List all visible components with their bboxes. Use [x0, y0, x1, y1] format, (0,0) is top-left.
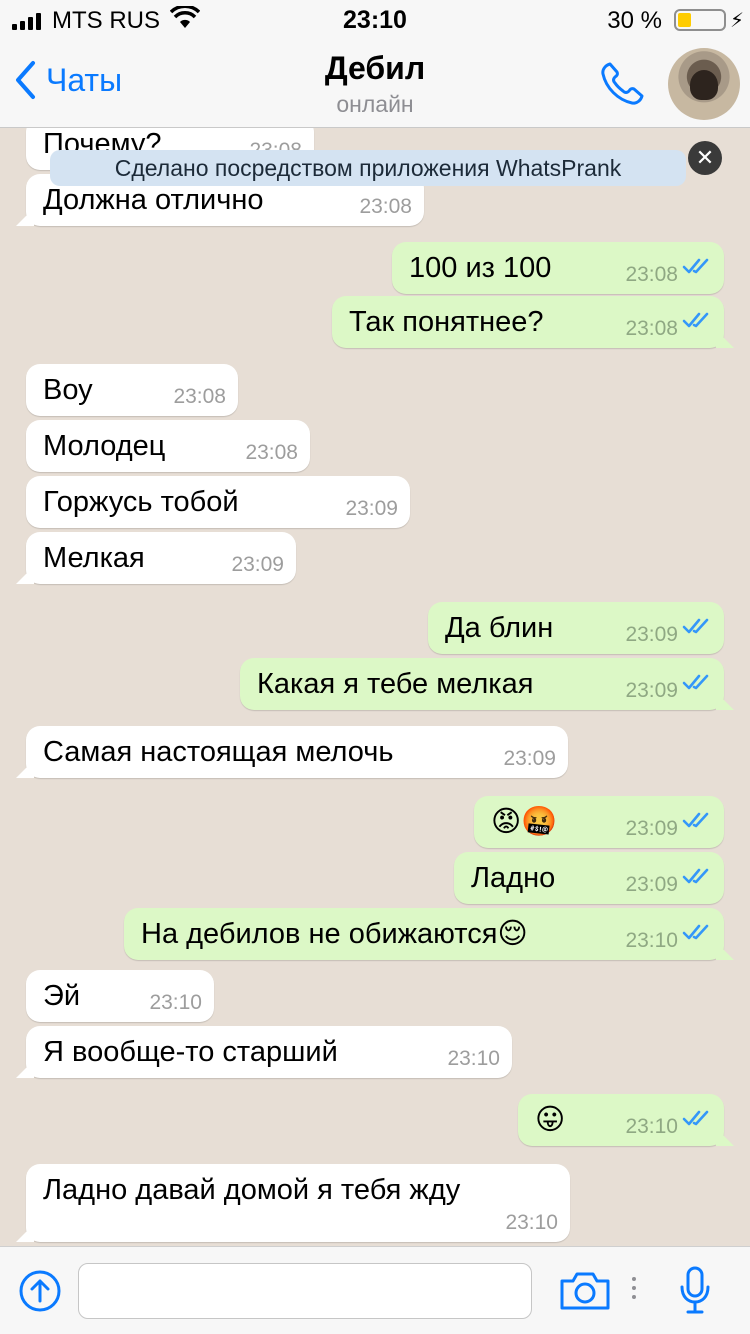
message-text: Мелкая [43, 542, 145, 574]
signal-icon [12, 12, 41, 30]
more-dots-icon[interactable] [632, 1277, 636, 1299]
incoming-message[interactable]: Воу 23:08 [26, 364, 238, 416]
outgoing-message[interactable]: На дебилов не обижаются😌 23:10 [124, 908, 724, 960]
microphone-icon[interactable] [678, 1265, 712, 1317]
incoming-message[interactable]: Горжусь тобой 23:09 [26, 476, 410, 528]
message-time: 23:08 [625, 317, 678, 340]
read-ticks-icon [682, 249, 714, 285]
message-time: 23:09 [625, 679, 678, 702]
message-time: 23:08 [359, 195, 412, 218]
outgoing-message[interactable]: 100 из 100 23:08 [392, 242, 724, 294]
chat-header: Чаты Дебил онлайн [0, 40, 750, 128]
chat-area[interactable]: Почему?23:08Должна отлично23:08100 из 10… [0, 128, 750, 1246]
message-text: Должна отлично [43, 184, 264, 216]
message-time: 23:10 [447, 1047, 500, 1070]
message-time: 23:10 [625, 1115, 678, 1138]
read-ticks-icon [682, 915, 714, 951]
message-text: Воу [43, 374, 93, 406]
read-ticks-icon [682, 803, 714, 839]
message-text: Эй [43, 980, 81, 1012]
battery-percent: 30 % [607, 7, 662, 34]
read-ticks-icon [682, 609, 714, 645]
message-text: На дебилов не обижаются😌 [141, 918, 528, 950]
message-time: 23:09 [231, 553, 284, 576]
incoming-message[interactable]: Молодец 23:08 [26, 420, 310, 472]
read-ticks-icon [682, 303, 714, 339]
message-time: 23:08 [625, 263, 678, 286]
read-ticks-icon [682, 1101, 714, 1137]
incoming-message[interactable]: Ладно давай домой я тебя жду 23:10 [26, 1164, 570, 1242]
chevron-left-icon [16, 61, 35, 99]
message-time: 23:08 [173, 385, 226, 408]
outgoing-message[interactable]: 😛 23:10 [518, 1094, 724, 1146]
incoming-message[interactable]: Я вообще-то старший 23:10 [26, 1026, 512, 1078]
outgoing-message[interactable]: Да блин 23:09 [428, 602, 724, 654]
message-text: Ладно [471, 862, 556, 894]
status-bar: MTS RUS 23:10 30 % ⚡ [0, 0, 750, 40]
back-button[interactable]: Чаты [14, 60, 122, 100]
watermark-banner: Сделано посредством приложения WhatsPran… [50, 150, 686, 186]
message-time: 23:09 [345, 497, 398, 520]
message-text: Так понятнее? [349, 306, 544, 338]
camera-icon[interactable] [558, 1269, 612, 1313]
charging-bolt-icon: ⚡ [729, 10, 744, 32]
input-bar [0, 1246, 750, 1334]
carrier-name: MTS RUS [52, 7, 160, 34]
message-time: 23:08 [245, 441, 298, 464]
message-time: 23:09 [625, 623, 678, 646]
message-text: Самая настоящая мелочь [43, 736, 394, 768]
message-text: 😡🤬 [491, 806, 558, 838]
message-time: 23:09 [625, 873, 678, 896]
attach-icon[interactable] [18, 1269, 62, 1313]
phone-icon[interactable] [598, 60, 646, 108]
message-time: 23:10 [505, 1211, 558, 1234]
message-text: Молодец [43, 430, 166, 462]
message-time: 23:09 [625, 817, 678, 840]
message-time: 23:09 [503, 747, 556, 770]
wifi-icon [170, 6, 200, 28]
message-text: Ладно давай домой я тебя жду [43, 1174, 461, 1206]
message-input[interactable] [78, 1263, 532, 1319]
message-text: 100 из 100 [409, 252, 552, 284]
outgoing-message[interactable]: 😡🤬 23:09 [474, 796, 724, 848]
battery-icon: ⚡ [674, 9, 744, 32]
incoming-message[interactable]: Эй 23:10 [26, 970, 214, 1022]
message-text: Какая я тебе мелкая [257, 668, 534, 700]
message-text: Горжусь тобой [43, 486, 239, 518]
outgoing-message[interactable]: Какая я тебе мелкая 23:09 [240, 658, 724, 710]
avatar[interactable] [668, 48, 740, 120]
incoming-message[interactable]: Самая настоящая мелочь 23:09 [26, 726, 568, 778]
outgoing-message[interactable]: Так понятнее? 23:08 [332, 296, 724, 348]
close-icon[interactable]: ✕ [688, 141, 722, 175]
incoming-message[interactable]: Мелкая 23:09 [26, 532, 296, 584]
message-text: 😛 [535, 1104, 566, 1136]
outgoing-message[interactable]: Ладно 23:09 [454, 852, 724, 904]
message-time: 23:10 [149, 991, 202, 1014]
read-ticks-icon [682, 665, 714, 701]
read-ticks-icon [682, 859, 714, 895]
back-label: Чаты [46, 61, 123, 98]
message-time: 23:10 [625, 929, 678, 952]
message-text: Я вообще-то старший [43, 1036, 338, 1068]
message-text: Да блин [445, 612, 554, 644]
